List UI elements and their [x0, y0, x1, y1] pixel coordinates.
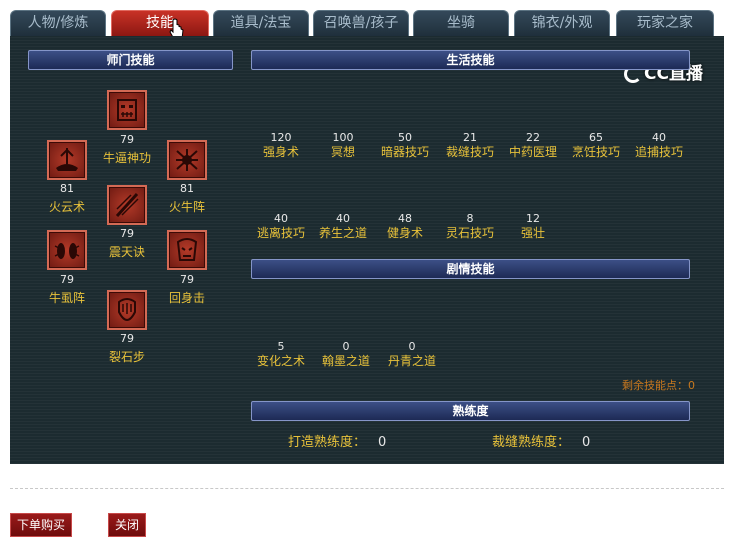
life-skill-item[interactable]: 40 逃离技巧	[246, 212, 316, 241]
skill-name: 火云术	[48, 200, 85, 214]
life-skill-name: 养生之道	[318, 226, 367, 240]
life-skill-item[interactable]: 21 裁缝技巧	[435, 131, 505, 160]
slash-icon	[115, 192, 139, 218]
skill-name: 火牛阵	[168, 200, 205, 214]
skill-name: 牛虱阵	[48, 291, 85, 305]
proficiency-label: 打造熟练度：	[288, 435, 367, 450]
life-skill-name: 强身术	[262, 145, 299, 159]
life-skill-name: 中药医理	[508, 145, 557, 159]
life-skill-value: 22	[526, 131, 540, 144]
tab-items[interactable]: 道具/法宝	[213, 10, 309, 36]
tab-pets[interactable]: 召唤兽/孩子	[313, 10, 409, 36]
life-skill-value: 40	[336, 212, 350, 225]
proficiency-header: 熟练度	[251, 401, 690, 421]
tab-bar: 人物/修炼 技能 道具/法宝 召唤兽/孩子 坐骑 锦衣/外观 玩家之家	[10, 10, 724, 36]
life-skill-item[interactable]: 40 养生之道	[308, 212, 378, 241]
story-skill-item[interactable]: 0 翰墨之道	[311, 340, 381, 369]
skill-icon-huoniu-zhen[interactable]	[167, 140, 207, 180]
skill-icon-huishen-ji[interactable]	[167, 230, 207, 270]
story-skill-item[interactable]: 5 变化之术	[246, 340, 316, 369]
skill-level: 81	[180, 182, 194, 195]
skills-panel: CC直播 师门技能 生活技能 剧情技能 熟练度 79 牛逼神功 81 火云术 8…	[10, 36, 724, 464]
skill-name: 裂石步	[108, 350, 145, 364]
life-skill-item[interactable]: 48 健身术	[370, 212, 440, 241]
life-skill-name: 冥想	[330, 145, 355, 159]
life-skill-name: 追捕技巧	[634, 145, 683, 159]
proficiency-item: 打造熟练度： 0	[288, 431, 386, 450]
skill-icon-zhentian-jue[interactable]	[107, 185, 147, 225]
buy-button[interactable]: 下单购买	[10, 513, 72, 537]
life-skill-value: 21	[463, 131, 477, 144]
skill-name: 震天诀	[108, 245, 145, 259]
life-skill-item[interactable]: 100 冥想	[308, 131, 378, 160]
story-skill-name: 丹青之道	[387, 354, 436, 368]
tab-player-home[interactable]: 玩家之家	[616, 10, 714, 36]
skill-level: 79	[180, 273, 194, 286]
life-skill-value: 12	[526, 212, 540, 225]
life-skill-value: 48	[398, 212, 412, 225]
close-button[interactable]: 关闭	[108, 513, 146, 537]
bull-fire-icon	[176, 149, 198, 171]
skill-icon-niubi-shengong[interactable]	[107, 90, 147, 130]
life-skill-value: 120	[270, 131, 292, 144]
life-skill-item[interactable]: 40 追捕技巧	[624, 131, 694, 160]
life-skill-value: 50	[398, 131, 412, 144]
life-skill-name: 强壮	[520, 226, 545, 240]
life-skill-value: 40	[274, 212, 288, 225]
remaining-skill-points: 剩余技能点：0	[622, 379, 695, 392]
skill-name: 回身击	[168, 291, 205, 305]
story-skill-name: 变化之术	[256, 354, 305, 368]
proficiency-value: 0	[378, 435, 387, 450]
life-skills-header: 生活技能	[251, 50, 690, 70]
demon-face-icon	[117, 99, 137, 121]
skill-level: 79	[120, 332, 134, 345]
skill-level: 79	[120, 133, 134, 146]
skill-icon-huoyun-shu[interactable]	[47, 140, 87, 180]
skill-level: 81	[60, 182, 74, 195]
tab-skills[interactable]: 技能	[111, 10, 209, 36]
proficiency-label: 裁缝熟练度：	[492, 435, 571, 450]
story-skill-name: 翰墨之道	[321, 354, 370, 368]
life-skill-name: 裁缝技巧	[445, 145, 494, 159]
skill-level: 79	[120, 227, 134, 240]
life-skill-name: 灵石技巧	[445, 226, 494, 240]
life-skill-value: 100	[332, 131, 354, 144]
rock-claw-icon	[118, 298, 136, 322]
life-skill-name: 逃离技巧	[256, 226, 305, 240]
life-skill-name: 烹饪技巧	[571, 145, 620, 159]
life-skill-value: 65	[589, 131, 603, 144]
skill-icon-niushi-zhen[interactable]	[47, 230, 87, 270]
mask-icon	[176, 238, 198, 261]
skill-icon-lieshi-bu[interactable]	[107, 290, 147, 330]
life-skill-name: 健身术	[386, 226, 423, 240]
sect-skills-header: 师门技能	[28, 50, 233, 70]
story-skill-value: 5	[277, 340, 285, 353]
tab-character[interactable]: 人物/修炼	[10, 10, 106, 36]
life-skill-value: 8	[466, 212, 474, 225]
beetle-icon	[54, 243, 80, 259]
story-skill-item[interactable]: 0 丹青之道	[377, 340, 447, 369]
life-skill-name: 暗器技巧	[380, 145, 429, 159]
divider	[10, 488, 724, 489]
skill-level: 79	[60, 273, 74, 286]
story-skill-value: 0	[342, 340, 350, 353]
tab-appearance[interactable]: 锦衣/外观	[514, 10, 610, 36]
life-skill-item[interactable]: 12 强壮	[498, 212, 568, 241]
life-skill-value: 40	[652, 131, 666, 144]
story-skills-header: 剧情技能	[251, 259, 690, 279]
proficiency-item: 裁缝熟练度： 0	[492, 431, 590, 450]
life-skill-item[interactable]: 50 暗器技巧	[370, 131, 440, 160]
life-skill-item[interactable]: 8 灵石技巧	[435, 212, 505, 241]
story-skill-value: 0	[408, 340, 416, 353]
life-skill-item[interactable]: 65 烹饪技巧	[561, 131, 631, 160]
tab-mounts[interactable]: 坐骑	[413, 10, 509, 36]
flame-cloud-icon	[56, 148, 78, 171]
skill-name: 牛逼神功	[102, 151, 151, 165]
life-skill-item[interactable]: 120 强身术	[246, 131, 316, 160]
proficiency-value: 0	[582, 435, 591, 450]
life-skill-item[interactable]: 22 中药医理	[498, 131, 568, 160]
